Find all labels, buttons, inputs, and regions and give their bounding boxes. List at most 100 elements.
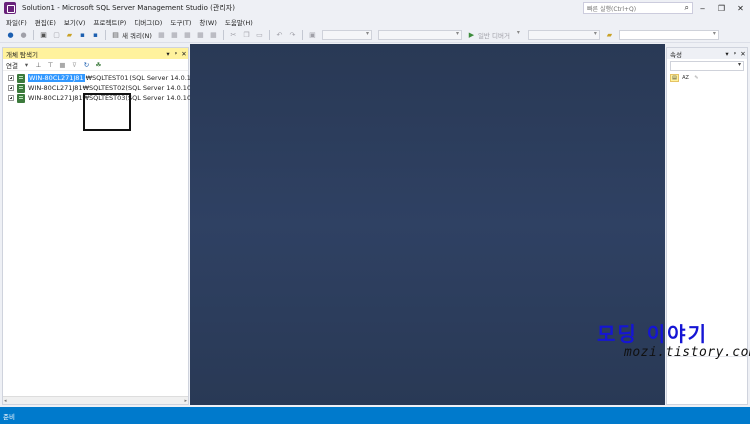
horizontal-scrollbar[interactable]: ◂ ▸: [3, 396, 188, 404]
server-icon: [17, 93, 25, 103]
toolbar-separator: [222, 30, 224, 40]
query-icon[interactable]: ▦: [170, 31, 179, 40]
server-name: WIN-80CL271J81: [28, 84, 83, 92]
menu-tools[interactable]: 도구(T): [166, 17, 195, 27]
server-icon: [17, 73, 25, 83]
paste-icon[interactable]: ▭: [255, 31, 264, 40]
close-panel-icon[interactable]: ✕: [180, 50, 188, 58]
forward-icon[interactable]: ●: [19, 31, 28, 40]
refresh-icon[interactable]: ↻: [82, 60, 91, 69]
debugger-dropdown[interactable]: [516, 29, 522, 40]
instance-name: ₩SQLTEST02: [82, 84, 126, 92]
menu-debug[interactable]: 디버그(D): [130, 17, 166, 27]
restore-button[interactable]: ❐: [712, 0, 731, 16]
panel-header-buttons: ▾ ᵖ ✕: [164, 50, 188, 58]
categorized-icon[interactable]: ▤: [670, 74, 679, 82]
standard-toolbar: ● ● ▣ ▢ ▰ ▪ ▪ ▤ 새 쿼리(N) ▦ ▦ ▦ ▦ ▦ ✂ ❐ ▭ …: [0, 28, 750, 43]
new-query-button[interactable]: 새 쿼리(N): [122, 30, 152, 40]
back-icon[interactable]: ●: [6, 31, 15, 40]
close-button[interactable]: ✕: [731, 0, 750, 16]
quick-launch-placeholder: 빠른 실행(Ctrl+Q): [587, 5, 637, 13]
query-icon[interactable]: ▦: [183, 31, 192, 40]
open-folder-icon[interactable]: ▰: [65, 31, 74, 40]
object-explorer-tree: WIN-80CL271J81 ₩SQLTEST01 (SQL Server 14.0…: [3, 71, 199, 131]
panel-dropdown-icon[interactable]: ▾: [723, 50, 731, 58]
minimize-button[interactable]: ‒: [693, 0, 712, 16]
menu-edit[interactable]: 편집(E): [31, 17, 60, 27]
window-title: Solution1 - Microsoft SQL Server Managem…: [22, 4, 235, 12]
status-bar: 준비: [0, 407, 750, 424]
new-query-icon[interactable]: ▤: [111, 31, 120, 40]
save-icon[interactable]: ▪: [78, 31, 87, 40]
solution-config-dropdown[interactable]: [321, 30, 372, 40]
generic-debugger-button[interactable]: 일반 디버거: [478, 30, 510, 40]
menu-view[interactable]: 보기(V): [60, 17, 89, 27]
server-version: (SQL Server 14.0.100: [129, 74, 200, 82]
copy-icon[interactable]: ❐: [242, 31, 251, 40]
undo-icon[interactable]: ↶: [275, 31, 284, 40]
filter-icon[interactable]: ⊽: [70, 60, 79, 69]
query-icon[interactable]: ▦: [196, 31, 205, 40]
redo-icon[interactable]: ↷: [288, 31, 297, 40]
object-explorer-header: 개체 탐색기 ▾ ᵖ ✕: [3, 48, 188, 59]
alphabetical-icon[interactable]: AZ: [681, 74, 690, 82]
properties-header: 속성 ▾ ᵖ ✕: [667, 48, 747, 59]
menu-file[interactable]: 파일(F): [2, 17, 31, 27]
toolbar-separator: [33, 30, 34, 40]
instance-name: ₩SQLTEST01: [85, 74, 129, 82]
watermark-url: mozi.tistory.com: [624, 345, 750, 360]
server-icon: [17, 83, 25, 93]
tree-node-server[interactable]: WIN-80CL271J81 ₩SQLTEST01 (SQL Server 14.0…: [3, 73, 199, 83]
object-explorer-toolbar: 연결 ▾ ⊥ ⊤ ■ ⊽ ↻ ☘: [3, 59, 188, 71]
quick-launch-input[interactable]: 빠른 실행(Ctrl+Q) ⌕: [583, 2, 693, 14]
server-version: (SQL Server 14.0.100: [125, 94, 196, 102]
object-selector-dropdown[interactable]: [670, 61, 744, 71]
play-icon[interactable]: ▶: [467, 31, 476, 40]
panel-dropdown-icon[interactable]: ▾: [164, 50, 172, 58]
expand-icon[interactable]: [8, 75, 14, 81]
disconnect-icon[interactable]: ⊤: [46, 60, 55, 69]
object-explorer-title: 개체 탐색기: [6, 50, 38, 59]
scroll-left-icon[interactable]: ◂: [4, 398, 7, 404]
find-icon[interactable]: ▰: [605, 31, 614, 40]
properties-title: 속성: [670, 50, 682, 59]
toolbar-separator: [105, 30, 106, 40]
toolbar-dropdown[interactable]: [527, 30, 600, 40]
stop-icon[interactable]: ■: [58, 60, 67, 69]
pin-icon[interactable]: ᵖ: [172, 50, 180, 58]
cut-icon[interactable]: ✂: [229, 31, 238, 40]
expand-icon[interactable]: [8, 85, 14, 91]
connect-icon[interactable]: ⊥: [34, 60, 43, 69]
menu-window[interactable]: 창(W): [195, 17, 220, 27]
save-all-icon[interactable]: ▪: [91, 31, 100, 40]
server-version: (SQL Server 14.0.100: [125, 84, 196, 92]
query-icon[interactable]: ▦: [209, 31, 218, 40]
connect-dropdown-icon[interactable]: ▾: [22, 60, 31, 69]
pin-icon[interactable]: ᵖ: [731, 50, 739, 58]
find-combo[interactable]: [618, 30, 719, 40]
property-description-area: [667, 356, 747, 404]
menu-help[interactable]: 도움말(H): [221, 17, 257, 27]
menu-project[interactable]: 프로젝트(P): [89, 17, 130, 27]
activity-icon[interactable]: ☘: [94, 60, 103, 69]
annotation-highlight-box: [83, 93, 131, 131]
connect-button[interactable]: 연결: [6, 60, 18, 70]
ssms-logo-icon: [4, 2, 16, 14]
new-project-icon[interactable]: ▣: [39, 31, 48, 40]
panel-header-buttons: ▾ ᵖ ✕: [723, 50, 747, 58]
new-file-icon[interactable]: ▢: [52, 31, 61, 40]
server-name: WIN-80CL271J81: [28, 74, 85, 82]
toolbar-separator: [301, 30, 303, 40]
tree-node-server[interactable]: WIN-80CL271J81 ₩SQLTEST02 (SQL Server 14.0…: [3, 83, 195, 93]
menu-bar: 파일(F) 편집(E) 보기(V) 프로젝트(P) 디버그(D) 도구(T) 창…: [0, 16, 750, 28]
property-pages-icon[interactable]: ✎: [692, 74, 701, 82]
database-dropdown[interactable]: [377, 30, 462, 40]
query-icon[interactable]: ▦: [157, 31, 166, 40]
start-debugging-icon[interactable]: ▣: [308, 31, 317, 40]
server-name: WIN-80CL271J81: [28, 94, 83, 102]
close-panel-icon[interactable]: ✕: [739, 50, 747, 58]
scroll-right-icon[interactable]: ▸: [184, 398, 187, 404]
window-controls: ‒ ❐ ✕: [693, 0, 750, 16]
expand-icon[interactable]: [8, 95, 14, 101]
search-icon[interactable]: ⌕: [685, 3, 689, 13]
